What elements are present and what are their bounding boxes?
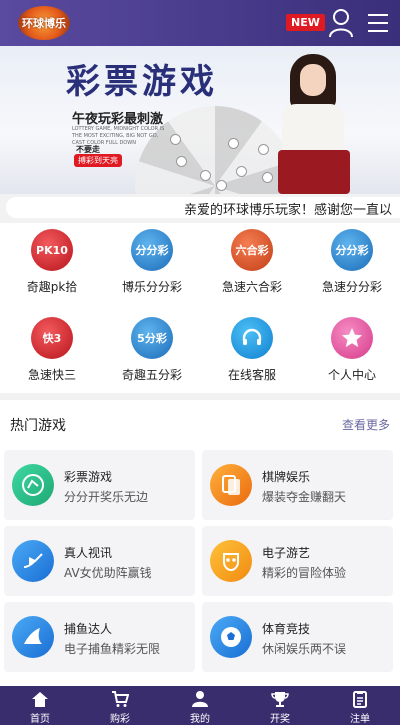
game-name: 真人视讯: [64, 546, 113, 560]
quick-entry-wfc[interactable]: 5分彩 奇趣五分彩: [103, 311, 199, 389]
tab-mine[interactable]: 我的: [160, 686, 240, 725]
game-name: 棋牌娱乐: [262, 470, 311, 484]
quick-entry-pk10[interactable]: PK10 奇趣pk拾: [3, 223, 99, 301]
tab-label: 购彩: [110, 714, 130, 725]
notice-marquee[interactable]: 亲爱的环球博乐玩家！感谢您一直以: [6, 197, 400, 218]
hot-games-header: 热门游戏 查看更多: [0, 400, 400, 446]
game-name: 体育竞技: [262, 622, 311, 636]
game-desc: AV女优助阵赢钱: [64, 566, 152, 580]
banner-title: 彩票游戏: [66, 62, 218, 102]
tab-home[interactable]: 首页: [0, 686, 80, 725]
cards-icon: [210, 464, 252, 506]
home-icon: [32, 692, 48, 707]
hot-games-title: 热门游戏: [10, 418, 66, 434]
game-name: 捕鱼达人: [64, 622, 113, 636]
ffc-icon: 分分彩: [131, 229, 173, 271]
menu-icon[interactable]: [368, 14, 388, 32]
quick-entry-ffc[interactable]: 分分彩 博乐分分彩: [103, 223, 199, 301]
game-card-sports[interactable]: 体育竞技 休闲娱乐两不误: [202, 602, 393, 672]
lottery-icon: [12, 464, 54, 506]
tab-label: 我的: [190, 714, 210, 725]
tab-label: 首页: [30, 714, 50, 725]
game-name: 彩票游戏: [64, 470, 113, 484]
user-icon[interactable]: [328, 8, 354, 38]
logo-text: 环球博乐: [22, 17, 66, 30]
trophy-icon: [271, 692, 289, 707]
quick-entry-label: 急速快三: [27, 368, 76, 382]
model-skirt: [278, 150, 350, 194]
site-logo[interactable]: 环球博乐: [18, 6, 70, 40]
quick-entry-label: 在线客服: [227, 368, 276, 382]
game-desc: 爆装夺金赚翻天: [262, 490, 347, 504]
new-badge: NEW: [286, 14, 325, 31]
quick-entry-label: 博乐分分彩: [121, 280, 182, 294]
profile-icon: [192, 691, 208, 707]
tab-label: 开奖: [270, 714, 290, 725]
banner-pill: 搏彩到天亮: [74, 154, 122, 167]
hot-games-grid: 彩票游戏 分分开奖乐无边 棋牌娱乐 爆装夺金赚翻天 真人视讯 AV女优助阵赢钱 …: [0, 446, 400, 686]
game-card-cards[interactable]: 棋牌娱乐 爆装夺金赚翻天: [202, 450, 393, 520]
k3-icon: 快3: [31, 317, 73, 359]
quick-entry-label: 奇趣五分彩: [121, 368, 182, 382]
model-face: [300, 64, 326, 96]
wfc-icon: 5分彩: [131, 317, 173, 359]
game-desc: 休闲娱乐两不误: [262, 642, 347, 656]
game-card-lottery[interactable]: 彩票游戏 分分开奖乐无边: [4, 450, 195, 520]
game-name: 电子游艺: [262, 546, 311, 560]
game-card-slots[interactable]: 电子游艺 精彩的冒险体验: [202, 526, 393, 596]
game-desc: 精彩的冒险体验: [262, 566, 347, 580]
quick-entry-liuhe[interactable]: 六合彩 急速六合彩: [203, 223, 299, 301]
tab-draw[interactable]: 开奖: [240, 686, 320, 725]
shark-icon: [12, 616, 54, 658]
top-header: 环球博乐 NEW: [0, 0, 400, 46]
promo-banner[interactable]: 彩票游戏 午夜玩彩最刺激 LOTTERY GAME, MIDNIGHT COLO…: [0, 46, 400, 194]
quick-entry-label: 急速六合彩: [221, 280, 282, 294]
headset-icon: [231, 317, 273, 359]
pk10-icon: PK10: [31, 229, 73, 271]
quick-entry-k3[interactable]: 快3 急速快三: [3, 311, 99, 389]
quick-entry-profile[interactable]: 个人中心: [303, 311, 399, 389]
soccer-icon: [210, 616, 252, 658]
bottom-tab-bar: 首页 购彩 我的 开奖 注单: [0, 686, 400, 725]
video-icon: [12, 540, 54, 582]
model-top: [282, 104, 344, 154]
quick-entry-label: 急速分分彩: [321, 280, 382, 294]
quick-entry-jsffc[interactable]: 分分彩 急速分分彩: [303, 223, 399, 301]
tab-label: 注单: [350, 714, 370, 725]
quick-entry-grid: PK10 奇趣pk拾 分分彩 博乐分分彩 六合彩 急速六合彩 分分彩 急速分分彩…: [0, 223, 400, 393]
game-desc: 分分开奖乐无边: [64, 490, 149, 504]
game-card-fishing[interactable]: 捕鱼达人 电子捕鱼精彩无限: [4, 602, 195, 672]
cart-icon: [112, 691, 129, 707]
tab-buy[interactable]: 购彩: [80, 686, 160, 725]
banner-subtitle: 午夜玩彩最刺激: [72, 112, 164, 127]
notice-text: 亲爱的环球博乐玩家！感谢您一直以: [184, 203, 393, 218]
game-card-live[interactable]: 真人视讯 AV女优助阵赢钱: [4, 526, 195, 596]
clipboard-icon: [353, 691, 367, 708]
jsffc-icon: 分分彩: [331, 229, 373, 271]
game-desc: 电子捕鱼精彩无限: [64, 642, 161, 656]
star-icon: [331, 317, 373, 359]
quick-entry-label: 个人中心: [327, 368, 376, 382]
view-more-link[interactable]: 查看更多: [342, 416, 390, 433]
quick-entry-support[interactable]: 在线客服: [203, 311, 299, 389]
tab-orders[interactable]: 注单: [320, 686, 400, 725]
quick-entry-label: 奇趣pk拾: [26, 280, 78, 294]
liuhe-icon: 六合彩: [231, 229, 273, 271]
mask-icon: [210, 540, 252, 582]
